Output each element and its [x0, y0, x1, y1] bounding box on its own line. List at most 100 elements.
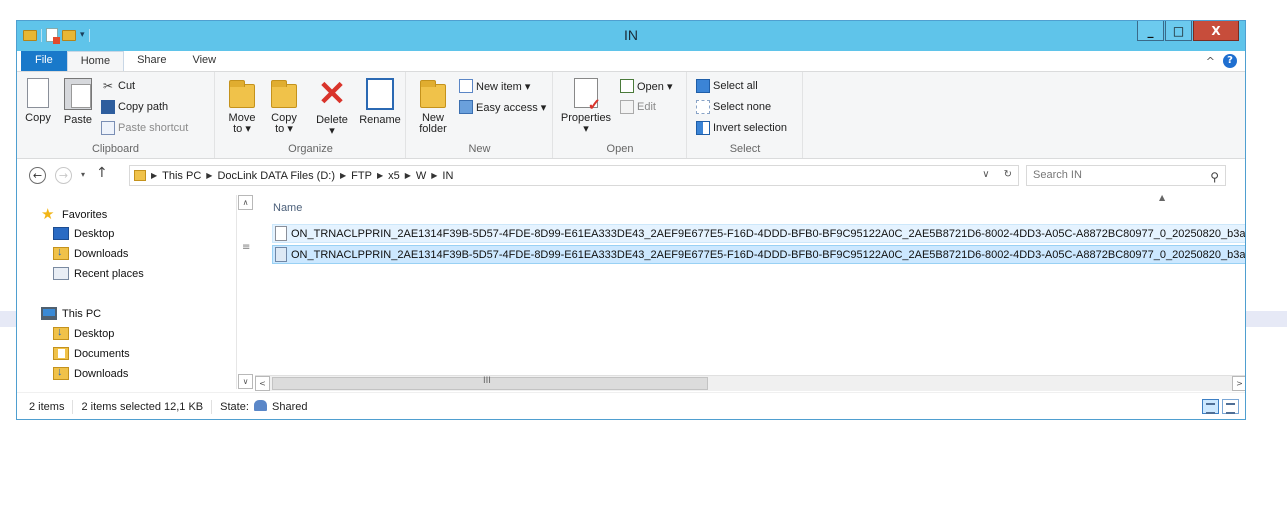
scrollbar-grip[interactable]: ≡	[242, 242, 250, 253]
copy-icon	[27, 78, 49, 108]
refresh-icon[interactable]: ↻	[1004, 169, 1012, 180]
horizontal-scrollbar[interactable]: < III >	[255, 375, 1245, 391]
chevron-right-icon[interactable]: ▶	[431, 171, 437, 180]
tab-view[interactable]: View	[179, 51, 229, 71]
group-label: Organize	[288, 143, 333, 155]
nav-pc-downloads[interactable]: Downloads	[53, 366, 128, 380]
chevron-right-icon[interactable]: ▶	[340, 171, 346, 180]
up-button[interactable]: ↑	[96, 165, 108, 181]
group-label: New	[468, 143, 491, 155]
scroll-right-arrow[interactable]: >	[1232, 376, 1245, 391]
rename-button[interactable]: Rename	[358, 78, 402, 126]
maximize-button[interactable]: □	[1165, 21, 1192, 41]
minimize-button[interactable]: _	[1137, 21, 1164, 41]
select-group: Select all Select none Invert selection …	[688, 72, 803, 158]
new-item-button[interactable]: New item ▾	[459, 79, 530, 93]
move-to-icon	[229, 80, 255, 108]
file-list: ▲ Name ON_TRNACLPPRIN_2AE1314F39B-5D57-4…	[255, 193, 1246, 376]
item-count: 2 items	[21, 399, 74, 414]
open-button[interactable]: Open ▾	[620, 79, 673, 93]
breadcrumb-ftp[interactable]: FTP	[351, 170, 372, 182]
open-group: Properties ▾ Open ▾ Edit Open	[554, 72, 687, 158]
new-folder-icon	[420, 80, 446, 108]
new-group: New folder New item ▾ Easy access ▾ New	[407, 72, 553, 158]
details-view-button[interactable]	[1202, 399, 1219, 414]
table-row[interactable]: ON_TRNACLPPRIN_2AE1314F39B-5D57-4FDE-8D9…	[272, 224, 1245, 243]
nav-pc-documents[interactable]: Documents	[53, 347, 130, 360]
breadcrumb-this-pc[interactable]: This PC	[162, 170, 201, 182]
search-input[interactable]: Search IN ⚲	[1026, 165, 1226, 186]
navigation-pane: ★ Favorites Desktop Downloads Recent pla…	[17, 193, 254, 391]
breadcrumb-x5[interactable]: x5	[388, 170, 400, 182]
table-row[interactable]: ON_TRNACLPPRIN_2AE1314F39B-5D57-4FDE-8D9…	[272, 245, 1246, 264]
copy-to-icon	[271, 80, 297, 108]
chevron-right-icon[interactable]: ▶	[151, 171, 157, 180]
rename-icon	[366, 78, 394, 110]
breadcrumb-w[interactable]: W	[416, 170, 426, 182]
column-header-name[interactable]: Name	[273, 202, 302, 214]
folder-icon	[134, 170, 146, 181]
nav-pc-desktop[interactable]: Desktop	[53, 326, 114, 340]
paste-button[interactable]: Paste	[61, 78, 95, 126]
breadcrumb-in[interactable]: IN	[442, 170, 453, 182]
window-controls: _ □ X	[1137, 21, 1239, 41]
scroll-down-arrow[interactable]: ∨	[238, 374, 253, 389]
large-icons-view-button[interactable]	[1222, 399, 1239, 414]
ribbon-controls: ^ ?	[1206, 54, 1237, 68]
nav-this-pc[interactable]: This PC	[41, 307, 101, 320]
nav-favorites[interactable]: ★ Favorites	[41, 206, 107, 223]
scrollbar-thumb[interactable]: III	[272, 376, 708, 390]
recent-locations-icon[interactable]: ▾	[81, 170, 85, 179]
tab-home[interactable]: Home	[66, 51, 125, 71]
delete-button[interactable]: ✕ Delete ▾	[312, 77, 352, 137]
group-label: Select	[729, 143, 761, 155]
copy-path-button[interactable]: Copy path	[101, 100, 168, 114]
nav-favorites-desktop[interactable]: Desktop	[53, 227, 114, 240]
help-icon[interactable]: ?	[1223, 54, 1237, 68]
chevron-right-icon[interactable]: ▶	[377, 171, 383, 180]
invert-selection-button[interactable]: Invert selection	[696, 121, 787, 135]
desktop-folder-icon	[53, 326, 69, 340]
search-icon[interactable]: ⚲	[1210, 168, 1219, 187]
cut-button[interactable]: ✂ Cut	[101, 79, 135, 93]
edit-button[interactable]: Edit	[620, 100, 656, 114]
computer-icon	[41, 307, 57, 320]
star-icon: ★	[41, 206, 55, 223]
file-name: ON_TRNACLPPRIN_2AE1314F39B-5D57-4FDE-8D9…	[291, 248, 1246, 261]
address-controls: ∨ ↻	[982, 169, 1012, 180]
nav-recent-places[interactable]: Recent places	[53, 267, 144, 280]
copy-button[interactable]: Copy	[23, 78, 53, 124]
properties-button[interactable]: Properties ▾	[558, 78, 614, 135]
scroll-up-arrow[interactable]: ∧	[238, 195, 253, 210]
tab-share[interactable]: Share	[124, 51, 179, 71]
close-button[interactable]: X	[1193, 21, 1239, 41]
easy-access-button[interactable]: Easy access ▾	[459, 100, 546, 114]
group-label: Clipboard	[91, 143, 140, 155]
breadcrumb-drive[interactable]: DocLink DATA Files (D:)	[217, 170, 335, 182]
paste-shortcut-button[interactable]: Paste shortcut	[101, 121, 188, 135]
selection-info: 2 items selected 12,1 KB	[73, 399, 213, 414]
nav-pane-scrollbar[interactable]: ∧ ≡ ∨	[236, 195, 253, 389]
file-icon	[275, 247, 287, 262]
copy-to-button[interactable]: Copy to ▾	[266, 78, 302, 135]
status-bar: 2 items 2 items selected 12,1 KB State: …	[17, 392, 1245, 419]
chevron-down-icon[interactable]: ∨	[982, 169, 989, 180]
chevron-right-icon[interactable]: ▶	[206, 171, 212, 180]
collapse-ribbon-icon[interactable]: ^	[1206, 55, 1215, 68]
select-none-icon	[696, 100, 710, 114]
select-none-button[interactable]: Select none	[696, 100, 771, 114]
chevron-right-icon[interactable]: ▶	[405, 171, 411, 180]
explorer-window: ▾ IN _ □ X File Home Share View ^ ? Copy	[16, 20, 1246, 420]
forward-button[interactable]: →	[55, 167, 72, 184]
scroll-left-arrow[interactable]: <	[255, 376, 270, 391]
tab-file[interactable]: File	[21, 51, 67, 71]
new-item-icon	[459, 79, 473, 93]
nav-favorites-downloads[interactable]: Downloads	[53, 246, 128, 260]
new-folder-button[interactable]: New folder	[415, 78, 451, 135]
back-button[interactable]: ←	[29, 167, 46, 184]
organize-group: Move to ▾ Copy to ▾ ✕ Delete ▾ Rename Or…	[216, 72, 406, 158]
address-bar[interactable]: ▶ This PC ▶ DocLink DATA Files (D:) ▶ FT…	[129, 165, 1019, 186]
select-all-button[interactable]: Select all	[696, 79, 758, 93]
search-placeholder: Search IN	[1033, 169, 1082, 181]
move-to-button[interactable]: Move to ▾	[224, 78, 260, 135]
